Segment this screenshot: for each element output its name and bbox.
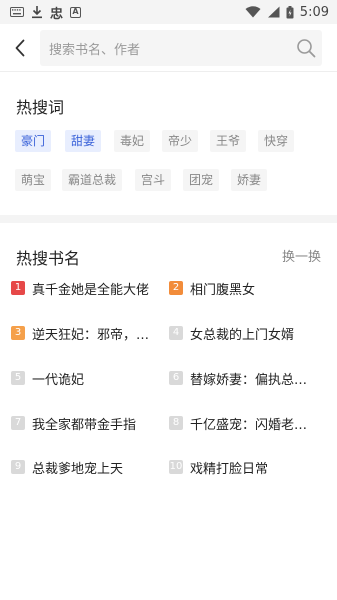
hot-word-tag[interactable]: 王爷 <box>210 130 247 152</box>
rank-badge: 3 <box>11 326 25 340</box>
hot-word-tag[interactable]: 甜妻 <box>65 130 102 152</box>
book-item[interactable]: 4 女总裁的上门女婿 <box>169 321 319 345</box>
hot-word-tag[interactable]: 宫斗 <box>135 169 172 191</box>
book-item[interactable]: 7 我全家都带金手指 <box>11 411 161 435</box>
rank-badge: 9 <box>11 460 25 474</box>
hot-word-tag[interactable]: 豪门 <box>15 130 52 152</box>
status-right: 5:09 <box>245 5 329 20</box>
book-name: 一代诡妃 <box>32 372 85 388</box>
chinese-app-icon: 忠 <box>50 6 64 22</box>
search-placeholder: 搜索书名、作者 <box>49 42 141 58</box>
a-box-icon: A <box>70 6 82 18</box>
rank-badge: 8 <box>169 416 183 430</box>
rank-badge: 6 <box>169 371 183 385</box>
rank-badge: 1 <box>11 281 25 295</box>
hot-words-title: 热搜词 <box>16 98 65 117</box>
book-name: 替嫁娇妻：偏执总裁... <box>190 372 319 388</box>
wifi-icon <box>245 6 261 18</box>
hot-word-tag[interactable]: 团宠 <box>183 169 220 191</box>
signal-icon <box>267 6 280 18</box>
hot-books-title: 热搜书名 <box>16 249 81 268</box>
book-item[interactable]: 3 逆天狂妃：邪帝，用... <box>11 321 161 345</box>
hot-word-tag[interactable]: 帝少 <box>162 130 199 152</box>
rank-badge: 7 <box>11 416 25 430</box>
search-header: 搜索书名、作者 <box>0 24 337 72</box>
rank-badge: 10 <box>169 460 183 474</box>
search-input[interactable]: 搜索书名、作者 <box>40 30 322 66</box>
chevron-left-icon <box>15 39 25 56</box>
status-time: 5:09 <box>299 4 329 20</box>
back-button[interactable] <box>0 24 40 72</box>
section-divider <box>0 215 337 223</box>
status-bar: 忠 A 5:09 <box>0 0 337 24</box>
book-name: 逆天狂妃：邪帝，用... <box>32 327 161 343</box>
book-item[interactable]: 9 总裁爹地宠上天 <box>11 455 161 479</box>
book-name: 女总裁的上门女婿 <box>190 327 295 343</box>
book-item[interactable]: 1 真千金她是全能大佬 <box>11 276 161 300</box>
book-item[interactable]: 2 相门腹黑女 <box>169 276 319 300</box>
hot-word-tag[interactable]: 娇妻 <box>231 169 268 191</box>
book-item[interactable]: 5 一代诡妃 <box>11 366 161 390</box>
keyboard-icon <box>10 7 24 17</box>
search-icon[interactable] <box>296 38 316 58</box>
rank-badge: 2 <box>169 281 183 295</box>
book-name: 总裁爹地宠上天 <box>32 461 124 477</box>
book-item[interactable]: 10 戏精打脸日常 <box>169 455 319 479</box>
hot-word-tag[interactable]: 萌宝 <box>15 169 52 191</box>
rank-badge: 5 <box>11 371 25 385</box>
battery-icon <box>286 5 294 19</box>
status-left: 忠 A <box>10 3 82 22</box>
rank-badge: 4 <box>169 326 183 340</box>
swap-button[interactable]: 换一换 <box>282 246 321 265</box>
hot-word-tag[interactable]: 毒妃 <box>114 130 151 152</box>
book-item[interactable]: 8 千亿盛宠：闪婚老公... <box>169 411 319 435</box>
book-name: 戏精打脸日常 <box>190 461 269 477</box>
book-item[interactable]: 6 替嫁娇妻：偏执总裁... <box>169 366 319 390</box>
book-name: 相门腹黑女 <box>190 282 256 298</box>
book-name: 真千金她是全能大佬 <box>32 282 150 298</box>
hot-word-tag[interactable]: 快穿 <box>258 130 295 152</box>
hot-word-tag[interactable]: 霸道总裁 <box>62 169 123 191</box>
download-icon <box>31 5 43 19</box>
book-name: 我全家都带金手指 <box>32 417 137 433</box>
book-name: 千亿盛宠：闪婚老公... <box>190 417 319 433</box>
